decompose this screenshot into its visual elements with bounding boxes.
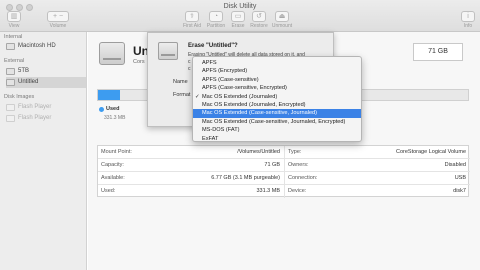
info-key: Type: [288, 149, 302, 155]
erase-icon: ▭ [231, 11, 245, 22]
disk-icon [158, 42, 178, 60]
format-menu-item[interactable]: Mac OS Extended (Journaled, Encrypted) [193, 101, 361, 109]
first-aid-label: First Aid [182, 23, 202, 29]
format-menu-item-label: Mac OS Extended (Case-sensitive, Journal… [202, 110, 318, 117]
pie-icon: ◔ [209, 11, 223, 22]
sidebar-view-icon: ▥ [7, 11, 21, 22]
info-value: CoreStorage Logical Volume [395, 149, 466, 155]
format-menu-item-label: ExFAT [202, 135, 219, 142]
restore-icon: ↺ [252, 11, 266, 22]
checkmark-icon: ✓ [195, 93, 200, 100]
sidebar-header-disk-images: Disk Images [4, 94, 35, 100]
used-legend-value: 331.3 MB [104, 115, 126, 121]
format-menu-item[interactable]: ExFAT [193, 135, 361, 143]
info-table: Mount Point: /Volumes/Untitled Type: Cor… [97, 145, 470, 198]
sidebar-item-label: Flash Player [18, 115, 52, 121]
name-field-label: Name [173, 79, 188, 85]
format-menu-item[interactable]: APFS (Case-sensitive, Encrypted) [193, 84, 361, 92]
volume-large-icon [99, 42, 125, 65]
sidebar-item-flash-player[interactable]: Flash Player [6, 102, 86, 113]
table-row: Used: 331.3 MB Device: disk7 [98, 185, 470, 198]
internal-disk-icon [6, 43, 15, 50]
format-menu-item[interactable]: Mac OS Extended (Case-sensitive, Journal… [193, 109, 361, 118]
info-value: disk7 [453, 188, 466, 194]
volume-label: Volume [49, 23, 67, 29]
sheet-title: Erase "Untitled"? [188, 43, 238, 49]
format-menu-item-label: APFS (Encrypted) [202, 68, 248, 75]
erase-button[interactable]: ▭ Erase [228, 11, 248, 31]
volume-button[interactable]: + − Volume [43, 11, 73, 31]
view-button[interactable]: ▥ View [4, 11, 24, 31]
unmount-button[interactable]: ⏏ Unmount [270, 11, 294, 31]
format-menu-item-label: Mac OS Extended (Case-sensitive, Journal… [202, 118, 346, 125]
toolbar: Disk Utility ▥ View + − Volume ⚕ First A… [0, 0, 480, 32]
info-value: /Volumes/Untitled [237, 149, 280, 155]
sidebar-item-label: Flash Player [18, 104, 52, 110]
format-menu-item[interactable]: APFS (Case-sensitive) [193, 76, 361, 84]
sidebar: Internal Macintosh HD External 5TB Untit… [0, 32, 87, 270]
format-menu-item-label: APFS (Case-sensitive, Encrypted) [202, 85, 287, 92]
info-key: Owners: [288, 162, 309, 168]
disk-image-icon [6, 104, 15, 111]
info-value: Disabled [444, 162, 466, 168]
external-disk-icon [6, 68, 15, 75]
volume-subtitle: Cors [133, 59, 145, 65]
sidebar-item-label: 5TB [18, 68, 30, 74]
sidebar-item-flash-player[interactable]: Flash Player [6, 113, 86, 124]
erase-label: Erase [231, 23, 245, 29]
table-row: Capacity: 71 GB Owners: Disabled [98, 159, 470, 172]
view-label: View [8, 23, 20, 29]
info-key: Available: [101, 175, 125, 181]
info-label: Info [463, 23, 473, 29]
sidebar-item-macintosh-hd[interactable]: Macintosh HD [6, 41, 86, 52]
info-value: 71 GB [264, 162, 280, 168]
volume-size-box: 71 GB [413, 43, 463, 61]
info-key: Mount Point: [101, 149, 132, 155]
format-menu-item[interactable]: APFS (Encrypted) [193, 67, 361, 75]
format-menu-item[interactable]: MS-DOS (FAT) [193, 126, 361, 134]
info-key: Used: [101, 188, 116, 194]
info-button[interactable]: i Info [459, 11, 477, 31]
sidebar-item-5tb[interactable]: 5TB [6, 66, 86, 77]
format-menu-item-label: Mac OS Extended (Journaled, Encrypted) [202, 101, 306, 108]
format-menu-item-label: Mac OS Extended (Journaled) [202, 93, 278, 100]
format-menu-item-label: APFS [202, 60, 217, 66]
format-field-label: Format [173, 92, 191, 98]
info-icon: i [461, 11, 475, 22]
plus-minus-icon: + − [47, 11, 69, 22]
used-legend-label: Used [106, 106, 120, 112]
partition-label: Partition [206, 23, 226, 29]
unmount-label: Unmount [271, 23, 293, 29]
info-value: 6.77 GB (3.1 MB purgeable) [211, 175, 280, 181]
format-menu-item[interactable]: Mac OS Extended (Case-sensitive, Journal… [193, 118, 361, 126]
stethoscope-icon: ⚕ [185, 11, 199, 22]
table-row: Available: 6.77 GB (3.1 MB purgeable) Co… [98, 172, 470, 185]
restore-button[interactable]: ↺ Restore [248, 11, 270, 31]
format-menu-item[interactable]: APFS [193, 59, 361, 67]
sidebar-header-external: External [4, 58, 25, 64]
info-value: USB [454, 175, 466, 181]
usage-bar-used [98, 90, 121, 100]
sidebar-item-label: Untitled [18, 79, 39, 85]
info-key: Capacity: [101, 162, 124, 168]
restore-label: Restore [250, 23, 268, 29]
info-key: Connection: [288, 175, 318, 181]
used-swatch [99, 107, 104, 112]
volume-icon [6, 79, 15, 86]
format-menu-item-label: APFS (Case-sensitive) [202, 76, 259, 83]
sidebar-item-untitled[interactable]: Untitled [6, 77, 86, 88]
sidebar-item-label: Macintosh HD [18, 43, 56, 49]
first-aid-button[interactable]: ⚕ First Aid [180, 11, 204, 31]
window-title: Disk Utility [223, 3, 257, 10]
info-value: 331.3 MB [256, 188, 280, 194]
sidebar-header-internal: Internal [4, 34, 23, 40]
partition-button[interactable]: ◔ Partition [204, 11, 228, 31]
info-key: Device: [288, 188, 307, 194]
format-menu-item-label: MS-DOS (FAT) [202, 127, 240, 134]
disk-image-icon [6, 115, 15, 122]
eject-icon: ⏏ [275, 11, 289, 22]
format-menu: APFS APFS (Encrypted) APFS (Case-sensitive… [192, 56, 362, 142]
format-menu-item[interactable]: ✓ Mac OS Extended (Journaled) [193, 93, 361, 101]
table-row: Mount Point: /Volumes/Untitled Type: Cor… [98, 146, 470, 159]
